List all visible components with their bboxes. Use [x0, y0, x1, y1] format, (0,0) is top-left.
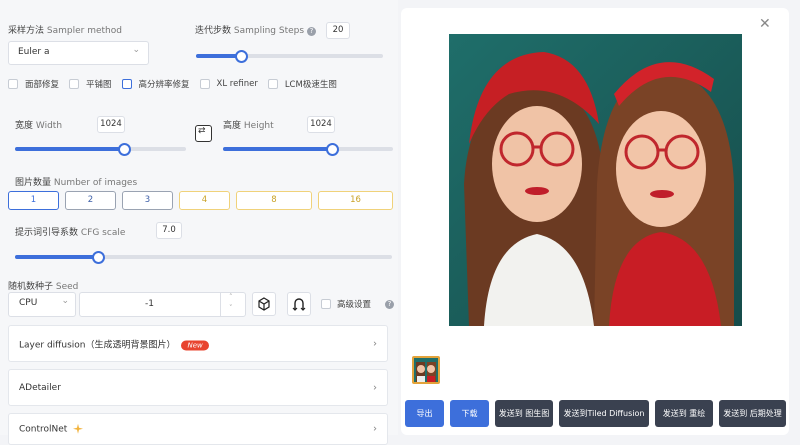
checkbox-label: LCM极速生图	[284, 80, 337, 90]
num-images-option[interactable]: 3	[122, 191, 173, 210]
checkbox-box[interactable]	[321, 299, 331, 309]
sampler-value: Euler a	[18, 47, 50, 57]
seed-label: 随机数种子 Seed	[8, 282, 79, 292]
num-images-option[interactable]: 1	[8, 191, 59, 210]
device-value: CPU	[19, 298, 38, 308]
close-icon[interactable]: ✕	[759, 16, 771, 32]
dice-icon	[258, 297, 270, 311]
checkbox-box[interactable]	[199, 79, 210, 89]
cfg-slider-thumb[interactable]	[91, 251, 105, 264]
checkbox-label: 高分辨率修复	[138, 80, 190, 90]
generated-image[interactable]	[449, 34, 742, 326]
checkbox-hires-fix[interactable]: 高分辨率修复	[121, 78, 190, 90]
send-to-img2img-button[interactable]: 发送到 图生图	[495, 400, 553, 427]
cfg-input[interactable]: 7.0	[156, 222, 182, 239]
num-images-option[interactable]: 4	[179, 191, 230, 210]
checkbox-xl-refiner[interactable]: XL refiner	[199, 78, 258, 90]
device-select[interactable]: CPU ⌄	[8, 292, 76, 317]
cfg-slider[interactable]	[15, 251, 392, 264]
checkbox-label: 平铺图	[86, 80, 112, 90]
checkbox-face-restore[interactable]: 面部修复	[8, 78, 59, 90]
advanced-settings-toggle[interactable]: 高级设置 ?	[321, 298, 395, 310]
export-button[interactable]: 导出	[405, 400, 444, 427]
seed-value: -1	[145, 299, 154, 309]
cfg-label: 提示词引导系数 CFG scale	[15, 228, 126, 238]
chevron-down-icon[interactable]: ˅	[229, 304, 233, 312]
swap-icon: ⇄	[198, 126, 206, 136]
chevron-up-icon[interactable]: ˄	[229, 293, 233, 301]
download-button[interactable]: 下载	[450, 400, 489, 427]
sparkle-icon	[73, 423, 84, 434]
checkbox-box[interactable]	[69, 79, 80, 89]
help-icon[interactable]: ?	[385, 299, 395, 309]
advanced-settings-label: 高级设置	[337, 300, 372, 310]
checkbox-lcm[interactable]: LCM极速生图	[267, 78, 337, 90]
width-slider-thumb[interactable]	[118, 143, 132, 156]
chevron-down-icon: ⌄	[132, 45, 140, 55]
send-to-inpaint-button[interactable]: 发送到 重绘	[655, 400, 713, 427]
height-slider[interactable]	[223, 143, 393, 156]
recycle-icon	[292, 298, 306, 311]
settings-panel: 采样方法 Sampler method Euler a ⌄ 迭代步数 Sampl…	[0, 0, 398, 445]
chevron-down-icon: ⌄	[61, 296, 69, 306]
seed-input[interactable]: -1 ˄ ˅	[79, 292, 246, 317]
send-to-tiled-diffusion-button[interactable]: 发送到Tiled Diffusion	[559, 400, 649, 427]
random-seed-button[interactable]	[252, 292, 276, 316]
steps-input[interactable]: 20	[326, 22, 350, 39]
checkbox-box[interactable]	[8, 79, 18, 89]
checkbox-box[interactable]	[267, 79, 278, 89]
chevron-right-icon: ›	[373, 423, 377, 435]
new-badge: New	[181, 340, 209, 350]
accordion-label: Layer diffusion（生成透明背景图片）	[19, 340, 176, 350]
height-label: 高度 Height	[223, 121, 274, 131]
checkbox-label: 面部修复	[25, 80, 60, 90]
checkbox-label: XL refiner	[216, 79, 258, 89]
num-images-option[interactable]: 8	[236, 191, 312, 210]
height-slider-fill	[223, 147, 332, 151]
steps-label: 迭代步数 Sampling Steps ?	[195, 23, 316, 36]
num-images-label: 图片数量 Number of images	[15, 178, 138, 188]
height-input[interactable]: 1024	[307, 116, 335, 133]
accordion-controlnet[interactable]: ControlNet ›	[8, 413, 388, 445]
width-label: 宽度 Width	[15, 121, 63, 131]
steps-slider[interactable]	[196, 50, 383, 63]
sampler-select[interactable]: Euler a ⌄	[8, 41, 149, 65]
accordion-layer-diffusion[interactable]: Layer diffusion（生成透明背景图片） New ›	[8, 325, 388, 362]
checkbox-box[interactable]	[121, 79, 132, 89]
steps-slider-thumb[interactable]	[234, 50, 248, 63]
swap-dimensions-button[interactable]: ⇄	[195, 125, 212, 142]
checkbox-tiling[interactable]: 平铺图	[69, 78, 112, 90]
num-images-option[interactable]: 16	[318, 191, 393, 210]
width-slider[interactable]	[15, 143, 186, 156]
options-row: 面部修复 平铺图 高分辨率修复 XL refiner LCM极速生图	[8, 78, 347, 90]
reuse-seed-button[interactable]	[287, 292, 311, 316]
sampler-label: 采样方法 Sampler method	[8, 26, 122, 36]
height-slider-thumb[interactable]	[325, 143, 339, 156]
accordion-adetailer[interactable]: ADetailer ›	[8, 369, 388, 406]
image-thumbnail[interactable]	[412, 356, 440, 384]
help-icon[interactable]: ?	[306, 27, 316, 36]
seed-stepper[interactable]: ˄ ˅	[220, 293, 245, 316]
accordion-label: ADetailer	[19, 382, 61, 393]
accordion-label: ControlNet	[19, 424, 68, 435]
width-input[interactable]: 1024	[97, 116, 125, 133]
num-images-option[interactable]: 2	[65, 191, 116, 210]
cfg-slider-fill	[15, 255, 98, 259]
send-to-extras-button[interactable]: 发送到 后期处理	[719, 400, 786, 427]
width-slider-fill	[15, 147, 125, 151]
chevron-right-icon: ›	[373, 382, 377, 393]
chevron-right-icon: ›	[373, 338, 377, 349]
